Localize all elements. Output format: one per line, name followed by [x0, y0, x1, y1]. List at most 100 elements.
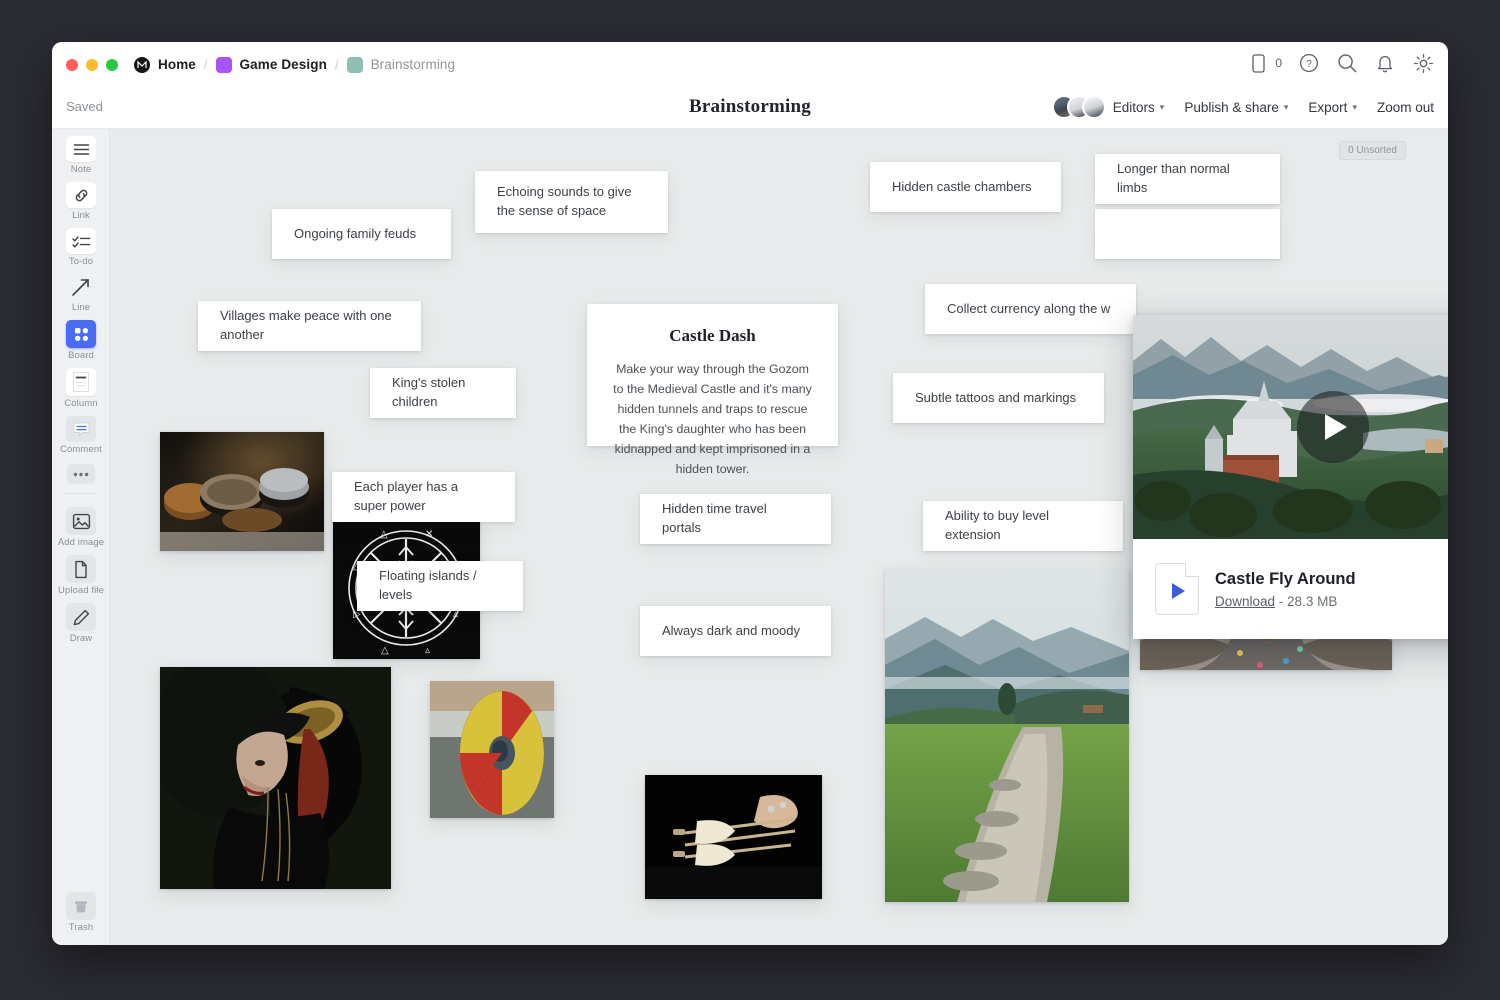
editors-menu[interactable]: Editors ▾ [1052, 95, 1165, 119]
concept-card-title: Castle Dash [611, 326, 814, 346]
chevron-down-icon: ▾ [1160, 102, 1165, 113]
note-card[interactable]: Ability to buy level extension [923, 501, 1123, 551]
sidebar-label-todo: To-do [69, 256, 93, 267]
note-text: Ongoing family feuds [294, 225, 416, 244]
minimize-window-button[interactable] [86, 59, 98, 71]
note-card[interactable]: Subtle tattoos and markings [893, 373, 1104, 423]
note-card[interactable]: Always dark and moody [640, 606, 831, 656]
breadcrumb-project-label: Game Design [240, 57, 327, 72]
app-window: Home / Game Design / Brainstorming 0 ? [52, 42, 1448, 945]
note-text: Villages make peace with one another [220, 307, 399, 345]
line-icon [66, 274, 96, 300]
arrows-photo[interactable] [645, 775, 822, 899]
breadcrumb-item-project[interactable]: Game Design [216, 57, 327, 73]
coins-photo[interactable] [160, 432, 324, 551]
file-size: 28.3 MB [1287, 594, 1337, 609]
video-thumbnail[interactable] [1133, 315, 1448, 539]
note-card[interactable]: King's stolen children [370, 368, 516, 418]
window-traffic-lights [66, 59, 118, 71]
breadcrumb-separator-1: / [204, 57, 208, 72]
sidebar-item-upload-file[interactable]: Upload file [52, 548, 110, 596]
sidebar-item-add-image[interactable]: Add image [52, 500, 110, 548]
sidebar-label-column: Column [64, 398, 97, 409]
export-menu[interactable]: Export ▾ [1308, 100, 1357, 115]
editors-label: Editors [1113, 100, 1155, 115]
note-card[interactable]: Echoing sounds to give the sense of spac… [475, 171, 668, 233]
download-link[interactable]: Download [1215, 594, 1275, 609]
note-text: Collect currency along the w [947, 300, 1110, 319]
sidebar-label-line: Line [72, 302, 90, 313]
viking-shield-photo[interactable] [430, 681, 554, 818]
board-color-swatch [347, 57, 363, 73]
link-icon [66, 182, 96, 208]
sidebar-item-line[interactable]: Line [52, 267, 110, 313]
note-card[interactable]: Villages make peace with one another [198, 301, 421, 351]
note-text: Subtle tattoos and markings [915, 389, 1076, 408]
breadcrumb-item-current[interactable]: Brainstorming [347, 57, 456, 73]
file-subline: Download - 28.3 MB [1215, 594, 1356, 609]
note-card[interactable]: Longer than normal limbs [1095, 154, 1280, 204]
sidebar-item-comment[interactable]: Comment [52, 409, 110, 455]
todo-icon [66, 228, 96, 254]
sub-bar-actions: Editors ▾ Publish & share ▾ Export ▾ Zoo… [1052, 95, 1434, 119]
breadcrumb: Home / Game Design / Brainstorming [134, 57, 455, 73]
device-count-label: 0 [1275, 56, 1282, 70]
help-icon[interactable]: ? [1298, 52, 1320, 74]
sidebar-item-more[interactable] [52, 455, 110, 484]
note-card[interactable]: Collect currency along the w [925, 284, 1136, 334]
zoom-out-button[interactable]: Zoom out [1377, 100, 1434, 115]
sidebar-item-board[interactable]: Board [52, 313, 110, 361]
file-title: Castle Fly Around [1215, 570, 1356, 589]
column-icon [66, 368, 96, 396]
video-preview-panel[interactable]: Castle Fly Around Download - 28.3 MB [1133, 315, 1448, 639]
breadcrumb-current-label: Brainstorming [371, 57, 456, 72]
sidebar-item-todo[interactable]: To-do [52, 221, 110, 267]
note-card[interactable]: Floating islands / levels [357, 561, 523, 611]
avatar [1082, 95, 1106, 119]
concept-card[interactable]: Castle Dash Make your way through the Go… [587, 304, 838, 446]
sidebar-label-comment: Comment [60, 444, 102, 455]
board-canvas[interactable]: 0 Unsorted [110, 129, 1448, 945]
size-separator: - [1275, 594, 1287, 609]
publish-share-menu[interactable]: Publish & share ▾ [1184, 100, 1288, 115]
note-icon [66, 136, 96, 162]
note-card[interactable] [1095, 209, 1280, 259]
unsorted-badge[interactable]: 0 Unsorted [1339, 141, 1406, 160]
play-button[interactable] [1297, 391, 1369, 463]
sidebar-item-column[interactable]: Column [52, 361, 110, 409]
svg-text:✕: ✕ [425, 529, 433, 540]
breadcrumb-separator-2: / [335, 57, 339, 72]
sidebar-item-note[interactable]: Note [52, 129, 110, 175]
chevron-down-icon: ▾ [1352, 102, 1357, 113]
settings-icon[interactable] [1412, 52, 1434, 74]
note-text: Ability to buy level extension [945, 507, 1101, 545]
note-text: Always dark and moody [662, 622, 800, 641]
note-text: Floating islands / levels [379, 567, 501, 605]
sidebar-item-trash[interactable]: Trash [52, 885, 110, 933]
avatar-group [1052, 95, 1106, 119]
app-logo-icon [134, 57, 150, 73]
topbar-icon-group: 0 ? [1247, 52, 1434, 74]
upload-file-icon [66, 555, 96, 583]
close-window-button[interactable] [66, 59, 78, 71]
search-icon[interactable] [1336, 52, 1358, 74]
sidebar-item-draw[interactable]: Draw [52, 596, 110, 644]
note-card[interactable]: Ongoing family feuds [272, 209, 451, 259]
maximize-window-button[interactable] [106, 59, 118, 71]
mobile-preview-icon[interactable] [1247, 52, 1269, 74]
sidebar-item-link[interactable]: Link [52, 175, 110, 221]
breadcrumb-item-home[interactable]: Home [134, 57, 196, 73]
warrior-woman-photo[interactable] [160, 667, 391, 889]
project-color-swatch [216, 57, 232, 73]
note-text: King's stolen children [392, 374, 494, 412]
note-card[interactable]: Hidden castle chambers [870, 162, 1061, 212]
mountain-path-photo[interactable] [885, 569, 1129, 902]
sidebar-label-draw: Draw [70, 633, 93, 644]
file-info-row: Castle Fly Around Download - 28.3 MB [1133, 539, 1448, 639]
note-card[interactable]: Each player has a super power [332, 472, 515, 522]
sidebar-label-upload-file: Upload file [58, 585, 104, 596]
notifications-icon[interactable] [1374, 52, 1396, 74]
note-text: Echoing sounds to give the sense of spac… [497, 183, 646, 221]
concept-card-body: Make your way through the Gozom to the M… [611, 359, 814, 480]
note-card[interactable]: Hidden time travel portals [640, 494, 831, 544]
